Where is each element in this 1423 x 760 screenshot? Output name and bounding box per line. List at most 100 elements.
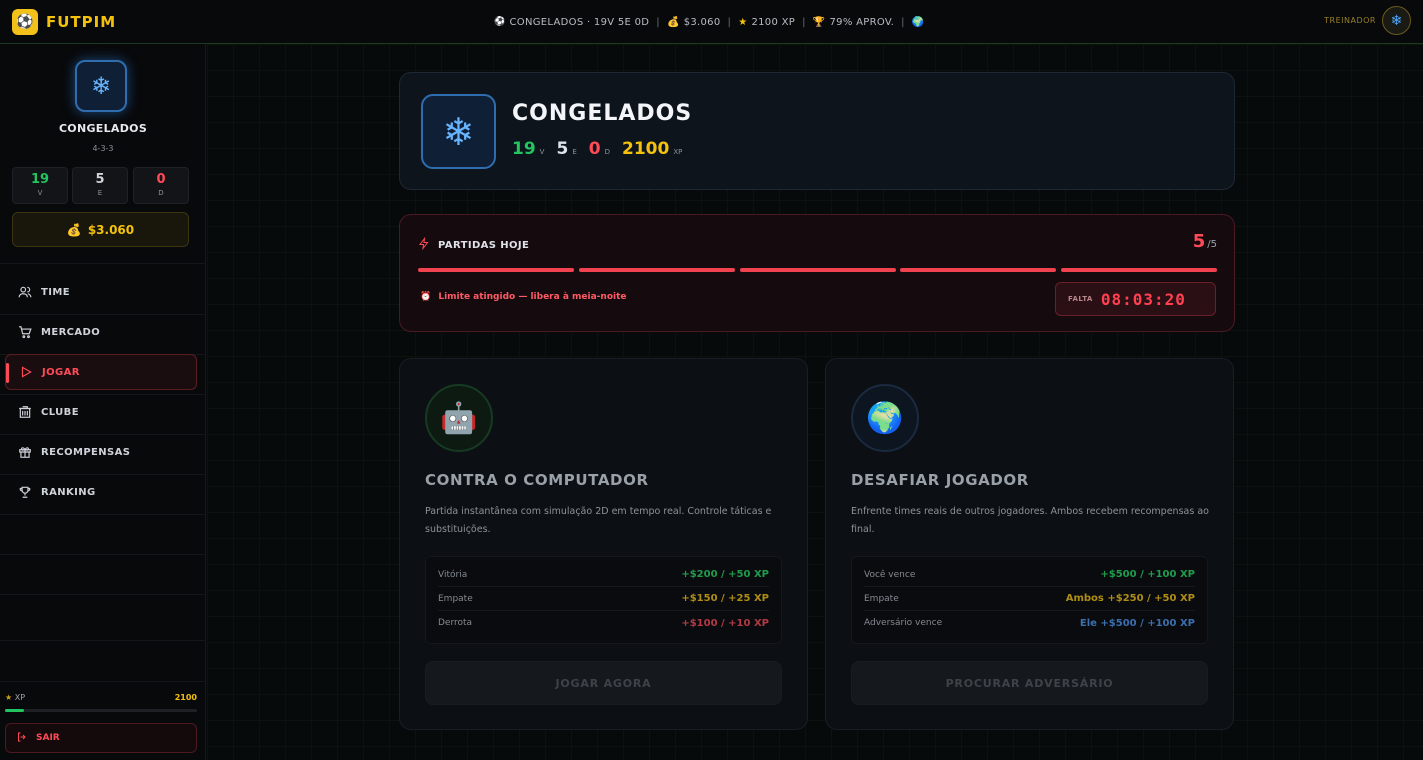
nav-item-label: CLUBE — [41, 406, 79, 418]
nav-item-label: RECOMPENSAS — [41, 446, 131, 458]
brand[interactable]: ⚽ FUTPIM — [12, 8, 117, 35]
reset-timer: FALTA 08:03:20 — [1055, 282, 1216, 316]
mode-description: Partida instantânea com simulação 2D em … — [425, 506, 772, 535]
find-opponent-button[interactable]: PROCURAR ADVERSÁRIO — [851, 661, 1208, 705]
divider — [0, 514, 206, 515]
money-bag-icon: 💰 — [66, 222, 82, 237]
divider — [0, 681, 206, 682]
nav-item-label: JOGAR — [42, 366, 80, 378]
nav-item-recompensas[interactable]: RECOMPENSAS — [5, 434, 197, 470]
stat-box-losses: 0 D — [133, 167, 189, 204]
sidebar: ❄ CONGELADOS 4-3-3 19 V 5 E 0 D 💰 $3.060… — [0, 44, 206, 760]
trainer-profile[interactable]: TREINADOR ❄ — [1324, 6, 1411, 35]
ticker-item-team: ⚽ CONGELADOS · 19V 5E 0D — [494, 16, 650, 28]
match-slot-bar — [900, 268, 1057, 272]
team-badge: ❄ — [75, 60, 127, 112]
logout-icon — [16, 731, 28, 746]
mode-card-computer: 🤖 CONTRA O COMPUTADOR Partida instantâne… — [399, 358, 808, 730]
divider — [0, 263, 206, 264]
star-icon: ★ — [738, 16, 748, 28]
ticker-divider: | — [901, 16, 905, 28]
match-slot-bar — [739, 268, 896, 272]
draws-label: E — [572, 148, 577, 156]
xp-progress-bar — [5, 709, 197, 712]
losses-label: D — [158, 189, 164, 197]
matches-title: PARTIDAS HOJE — [438, 239, 530, 251]
star-icon: ★ — [5, 693, 13, 702]
building-icon — [17, 404, 33, 420]
xp-value: 2100 — [174, 693, 197, 702]
match-slot-bar — [418, 268, 574, 272]
matches-total: /5 — [1207, 239, 1217, 250]
app-name: FUTPIM — [46, 12, 117, 31]
snowflake-icon: ❄ — [90, 72, 112, 100]
gift-icon — [17, 444, 33, 460]
team-name: CONGELADOS — [58, 122, 148, 135]
matches-count: 5 /5 — [1193, 231, 1217, 252]
draws-value: 5 — [556, 139, 569, 159]
team-summary-card: ❄ CONGELADOS 19 V 5 E 0 D 2100 XP — [399, 72, 1235, 190]
reward-row: Você vence +$500 / +100 XP — [864, 563, 1195, 587]
ticker-divider: | — [656, 16, 660, 28]
matches-current: 5 — [1192, 231, 1206, 252]
reward-row: Adversário vence Ele +$500 / +100 XP — [864, 617, 1195, 629]
reward-row: Derrota +$100 / +10 XP — [438, 617, 769, 629]
draws-value: 5 — [95, 172, 105, 187]
ticker-divider: | — [802, 16, 806, 28]
cart-icon — [17, 324, 33, 340]
trophy-icon — [17, 484, 33, 500]
avatar[interactable]: ❄ — [1382, 6, 1411, 35]
logout-label: SAIR — [36, 733, 60, 743]
money-balance: 💰 $3.060 — [12, 212, 189, 247]
globe-icon: 🌍 — [851, 384, 919, 452]
matches-today-card: PARTIDAS HOJE 5 /5 ⏰ Limite atingido — l… — [399, 214, 1235, 332]
main-content: ❄ CONGELADOS 19 V 5 E 0 D 2100 XP PARTID… — [207, 44, 1423, 760]
money-value: $3.060 — [87, 222, 135, 237]
match-slot-bar — [1061, 268, 1217, 272]
losses-value: 0 — [156, 172, 166, 187]
losses-label: D — [604, 148, 610, 156]
ticker-item-globe: 🌍 — [912, 17, 929, 28]
mode-description: Enfrente times reais de outros jogadores… — [851, 506, 1209, 535]
snowflake-icon: ❄ — [442, 109, 475, 154]
reward-row: Empate +$150 / +25 XP — [438, 587, 769, 611]
robot-icon: 🤖 — [425, 384, 493, 452]
soccer-ball-icon: ⚽ — [12, 8, 38, 35]
snowflake-icon: ❄ — [1390, 12, 1403, 29]
nav-item-label: MERCADO — [41, 326, 101, 338]
match-slot-bar — [578, 268, 735, 272]
xp-label: XP — [673, 148, 683, 156]
nav-item-jogar[interactable]: JOGAR — [5, 354, 197, 390]
xp-label: XP — [14, 693, 26, 702]
soccer-ball-icon: ⚽ — [494, 17, 506, 27]
logout-button[interactable]: SAIR — [5, 723, 197, 753]
ticker-divider: | — [727, 16, 732, 28]
play-now-button[interactable]: JOGAR AGORA — [425, 661, 782, 705]
ticker-item-xp: ★ 2100 XP — [738, 16, 796, 28]
xp-value: 2100 — [621, 139, 670, 159]
nav-item-time[interactable]: TIME — [5, 274, 197, 310]
losses-value: 0 — [588, 139, 601, 159]
nav-item-ranking[interactable]: RANKING — [5, 474, 197, 510]
nav-item-clube[interactable]: CLUBE — [5, 394, 197, 430]
wins-label: V — [539, 148, 545, 156]
team-badge: ❄ — [421, 94, 496, 169]
rewards-table: Você vence +$500 / +100 XP Empate Ambos … — [851, 556, 1208, 644]
reward-row: Empate Ambos +$250 / +50 XP — [864, 587, 1195, 611]
wins-value: 19 — [512, 139, 536, 159]
team-name: CONGELADOS — [512, 101, 693, 126]
matches-progress — [418, 268, 1217, 272]
mode-card-challenge: 🌍 DESAFIAR JOGADOR Enfrente times reais … — [825, 358, 1234, 730]
money-bag-icon: 💰 — [666, 16, 680, 28]
play-icon — [18, 364, 34, 380]
stat-box-draws: 5 E — [72, 167, 128, 204]
nav-item-mercado[interactable]: MERCADO — [5, 314, 197, 350]
alarm-clock-icon: ⏰ — [420, 292, 432, 302]
ticker-item-performance: 🏆 79% APROV. — [812, 16, 895, 28]
divider — [0, 554, 206, 555]
draws-label: E — [97, 189, 103, 197]
status-ticker: ⚽ CONGELADOS · 19V 5E 0D | 💰 $3.060 | ★ … — [494, 0, 929, 44]
team-formation: 4-3-3 — [92, 144, 114, 153]
limit-note: ⏰ Limite atingido — libera à meia-noite — [420, 292, 627, 302]
trainer-label: TREINADOR — [1324, 16, 1376, 25]
